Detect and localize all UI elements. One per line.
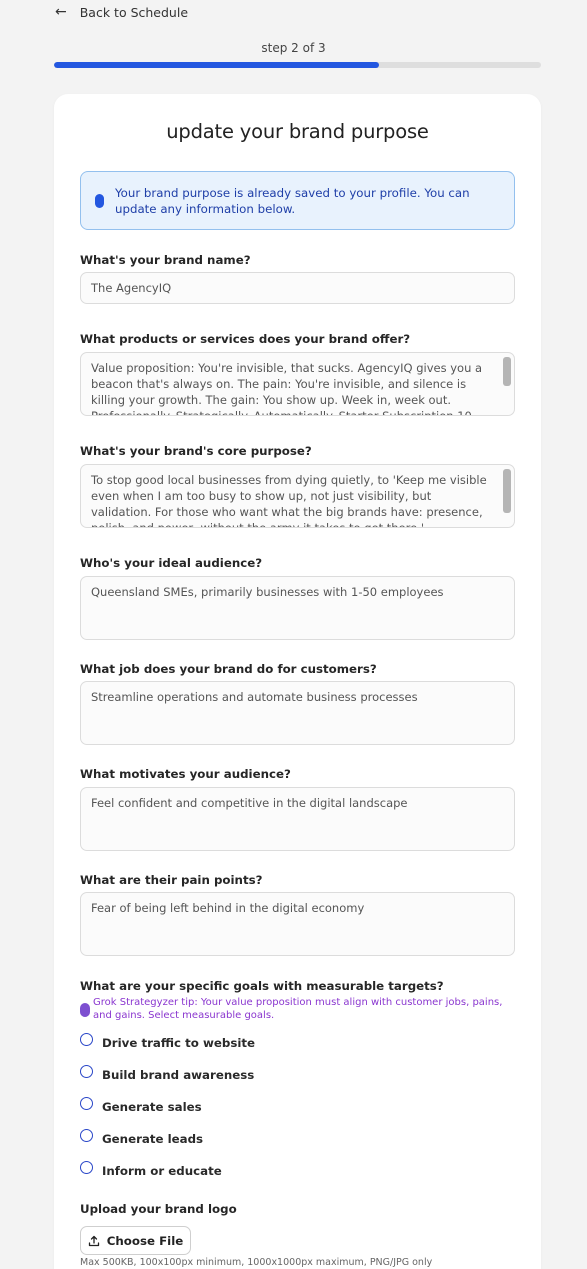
pain-points-label: What are their pain points? <box>80 873 263 887</box>
tip-text: Grok Strategyzer tip: Your value proposi… <box>93 997 503 1021</box>
back-to-schedule-link[interactable]: ← Back to Schedule <box>55 4 188 20</box>
job-label: What job does your brand do for customer… <box>80 662 377 676</box>
goal-option-label: Generate sales <box>102 1100 202 1114</box>
choose-file-button[interactable]: Choose File <box>80 1226 191 1255</box>
motivations-textarea[interactable]: Feel confident and competitive in the di… <box>80 787 515 851</box>
info-banner-text: Your brand purpose is already saved to y… <box>115 185 470 216</box>
step-indicator: step 2 of 3 <box>261 41 326 55</box>
logo-upload-hint: Max 500KB, 100x100px minimum, 1000x1000p… <box>80 1257 433 1268</box>
arrow-left-icon: ← <box>55 4 67 20</box>
products-textarea[interactable]: Value proposition: You're invisible, tha… <box>80 352 515 416</box>
info-banner: Your brand purpose is already saved to y… <box>80 171 515 230</box>
audience-label: Who's your ideal audience? <box>80 556 263 570</box>
pain-points-value: Fear of being left behind in the digital… <box>91 901 365 915</box>
products-label: What products or services does your bran… <box>80 332 411 346</box>
radio-button[interactable] <box>80 1160 93 1174</box>
radio-button[interactable] <box>80 1096 93 1110</box>
progress-fill <box>54 62 379 68</box>
brand-name-value: The AgencyIQ <box>91 281 172 295</box>
goal-option-label: Generate leads <box>102 1132 204 1146</box>
job-textarea[interactable]: Streamline operations and automate busin… <box>80 681 515 745</box>
progress-bar <box>54 62 541 68</box>
page-title: update your brand purpose <box>166 120 429 143</box>
back-label: Back to Schedule <box>79 4 189 20</box>
job-value: Streamline operations and automate busin… <box>91 690 418 704</box>
goal-option-label: Inform or educate <box>102 1164 222 1178</box>
goal-option-label: Drive traffic to website <box>102 1036 256 1050</box>
logo-label: Upload your brand logo <box>80 1202 237 1216</box>
core-purpose-scrollbar[interactable] <box>503 469 511 513</box>
brand-name-input[interactable]: The AgencyIQ <box>80 272 515 304</box>
goal-option-drive-traffic[interactable]: Drive traffic to website <box>80 1032 256 1050</box>
upload-icon <box>88 1235 99 1246</box>
core-purpose-textarea[interactable]: To stop good local businesses from dying… <box>80 464 515 528</box>
strategyzer-tip: Grok Strategyzer tip: Your value proposi… <box>80 996 515 1022</box>
goal-option-generate-sales[interactable]: Generate sales <box>80 1096 202 1114</box>
motivations-value: Feel confident and competitive in the di… <box>91 796 408 810</box>
core-purpose-label: What's your brand's core purpose? <box>80 444 312 458</box>
motivations-label: What motivates your audience? <box>80 767 291 781</box>
radio-button[interactable] <box>80 1128 93 1142</box>
core-purpose-value: To stop good local businesses from dying… <box>91 473 487 528</box>
goal-option-brand-awareness[interactable]: Build brand awareness <box>80 1064 255 1082</box>
products-value: Value proposition: You're invisible, tha… <box>91 361 483 416</box>
audience-value: Queensland SMEs, primarily businesses wi… <box>91 585 444 599</box>
info-icon <box>95 193 104 208</box>
goal-option-inform-educate[interactable]: Inform or educate <box>80 1160 222 1178</box>
choose-file-label: Choose File <box>106 1233 184 1248</box>
radio-button[interactable] <box>80 1064 93 1078</box>
goal-option-generate-leads[interactable]: Generate leads <box>80 1128 204 1146</box>
tip-icon <box>80 1003 90 1017</box>
brand-purpose-form: update your brand purpose Your brand pur… <box>54 94 541 1269</box>
brand-name-label: What's your brand name? <box>80 253 251 267</box>
radio-button[interactable] <box>80 1032 93 1046</box>
products-scrollbar[interactable] <box>503 357 511 386</box>
goal-option-label: Build brand awareness <box>102 1068 255 1082</box>
pain-points-textarea[interactable]: Fear of being left behind in the digital… <box>80 892 515 956</box>
goals-label: What are your specific goals with measur… <box>80 979 444 993</box>
audience-textarea[interactable]: Queensland SMEs, primarily businesses wi… <box>80 576 515 640</box>
